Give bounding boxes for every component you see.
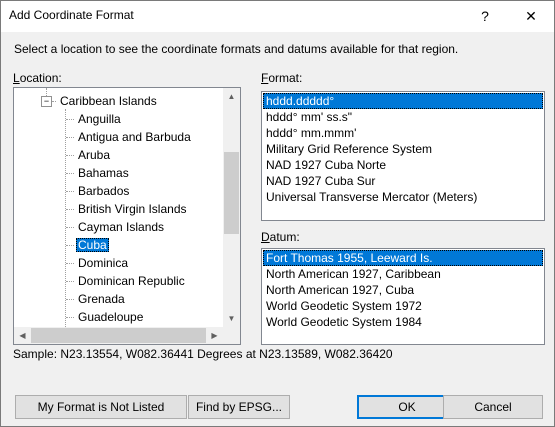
tree-connector xyxy=(66,263,74,264)
tree-item-cuba[interactable]: Cuba xyxy=(76,236,109,254)
tree-item-aruba[interactable]: Aruba xyxy=(76,146,112,164)
title-bar: Add Coordinate Format ? ✕ xyxy=(1,1,554,32)
tree-item-dominica[interactable]: Dominica xyxy=(76,254,130,272)
find-by-epsg-button[interactable]: Find by EPSG... xyxy=(188,395,290,419)
tree-vertical-scrollbar[interactable]: ▲ ▼ xyxy=(223,88,240,327)
close-button[interactable]: ✕ xyxy=(508,1,554,32)
tree-item-cayman-islands[interactable]: Cayman Islands xyxy=(76,218,166,236)
location-tree[interactable]: Caribbean Islands − Anguilla Antigua and Ba… xyxy=(13,87,241,345)
tree-connector xyxy=(66,227,74,228)
tree-item-label: Caribbean Islands xyxy=(60,94,157,108)
tree-item-barbados[interactable]: Barbados xyxy=(76,182,131,200)
collapse-icon[interactable]: − xyxy=(41,96,52,107)
scroll-right-arrow-icon[interactable]: ▶ xyxy=(206,327,223,344)
tree-item-label: Cayman Islands xyxy=(78,220,165,234)
format-label: Format: xyxy=(261,71,303,85)
scroll-up-arrow-icon[interactable]: ▲ xyxy=(223,88,240,105)
tree-item-guadeloupe[interactable]: Guadeloupe xyxy=(76,308,145,326)
tree-connector xyxy=(66,281,74,282)
datum-label: Datum: xyxy=(261,230,300,244)
datum-list-item[interactable]: World Geodetic System 1972 xyxy=(263,298,543,314)
tree-item-label: Dominican Republic xyxy=(78,274,185,288)
format-list[interactable]: hddd.ddddd° hddd° mm' ss.s" hddd° mm.mmm' M… xyxy=(261,91,545,221)
format-list-item[interactable]: NAD 1927 Cuba Norte xyxy=(263,157,543,173)
tree-connector xyxy=(66,173,74,174)
tree-connector xyxy=(46,88,47,96)
ok-button[interactable]: OK xyxy=(357,395,457,419)
cancel-button[interactable]: Cancel xyxy=(443,395,543,419)
window-title: Add Coordinate Format xyxy=(9,8,134,22)
tree-item-label: Antigua and Barbuda xyxy=(78,130,191,144)
tree-item-grenada[interactable]: Grenada xyxy=(76,290,127,308)
tree-item-label: Aruba xyxy=(78,148,111,162)
datum-list-item[interactable]: North American 1927, Cuba xyxy=(263,282,543,298)
tree-connector xyxy=(66,299,74,300)
format-list-item[interactable]: hddd° mm.mmm' xyxy=(263,125,543,141)
tree-horizontal-scroll-thumb[interactable] xyxy=(31,328,206,343)
tree-item-label: British Virgin Islands xyxy=(78,202,187,216)
tree-connector xyxy=(66,137,74,138)
help-button[interactable]: ? xyxy=(462,1,508,32)
tree-item-british-virgin-islands[interactable]: British Virgin Islands xyxy=(76,200,189,218)
tree-item-label: Anguilla xyxy=(78,112,121,126)
instructions-text: Select a location to see the coordinate … xyxy=(14,42,459,56)
tree-item-bahamas[interactable]: Bahamas xyxy=(76,164,131,182)
datum-list-item[interactable]: North American 1927, Caribbean xyxy=(263,266,543,282)
tree-connector xyxy=(65,109,66,327)
dialog-window: Add Coordinate Format ? ✕ Select a locat… xyxy=(0,0,555,427)
datum-list-item[interactable]: Fort Thomas 1955, Leeward Is. xyxy=(263,250,543,266)
tree-item-dominican-republic[interactable]: Dominican Republic xyxy=(76,272,187,290)
scroll-down-arrow-icon[interactable]: ▼ xyxy=(223,310,240,327)
tree-connector xyxy=(66,119,74,120)
tree-vertical-scroll-thumb[interactable] xyxy=(224,152,239,234)
tree-horizontal-scrollbar[interactable]: ◀ ▶ xyxy=(14,327,223,344)
scroll-left-arrow-icon[interactable]: ◀ xyxy=(14,327,31,344)
sample-text: Sample: N23.13554, W082.36441 Degrees at… xyxy=(13,347,393,361)
tree-item-anguilla[interactable]: Anguilla xyxy=(76,110,123,128)
tree-connector xyxy=(66,191,74,192)
format-list-item[interactable]: Military Grid Reference System xyxy=(263,141,543,157)
tree-item-label: Guadeloupe xyxy=(78,310,144,324)
scrollbar-corner xyxy=(223,327,240,344)
my-format-not-listed-button[interactable]: My Format is Not Listed xyxy=(15,395,187,419)
format-list-item[interactable]: NAD 1927 Cuba Sur xyxy=(263,173,543,189)
tree-connector xyxy=(66,245,74,246)
tree-item-label: Barbados xyxy=(78,184,130,198)
format-list-item[interactable]: hddd° mm' ss.s" xyxy=(263,109,543,125)
format-list-item[interactable]: Universal Transverse Mercator (Meters) xyxy=(263,189,543,205)
tree-item-label: Bahamas xyxy=(78,166,129,180)
tree-item-label: Cuba xyxy=(76,238,109,252)
datum-list-item[interactable]: World Geodetic System 1984 xyxy=(263,314,543,330)
tree-connector xyxy=(52,101,56,102)
tree-item-label: Dominica xyxy=(78,256,129,270)
format-list-item[interactable]: hddd.ddddd° xyxy=(263,93,543,109)
tree-connector xyxy=(66,155,74,156)
tree-item-label: Grenada xyxy=(78,292,125,306)
tree-item-caribbean-islands[interactable]: Caribbean Islands xyxy=(58,92,159,110)
location-label: Location: xyxy=(13,71,62,85)
tree-connector xyxy=(66,317,74,318)
tree-item-antigua-and-barbuda[interactable]: Antigua and Barbuda xyxy=(76,128,193,146)
datum-list[interactable]: Fort Thomas 1955, Leeward Is. North Ameri… xyxy=(261,248,545,345)
tree-connector xyxy=(66,209,74,210)
